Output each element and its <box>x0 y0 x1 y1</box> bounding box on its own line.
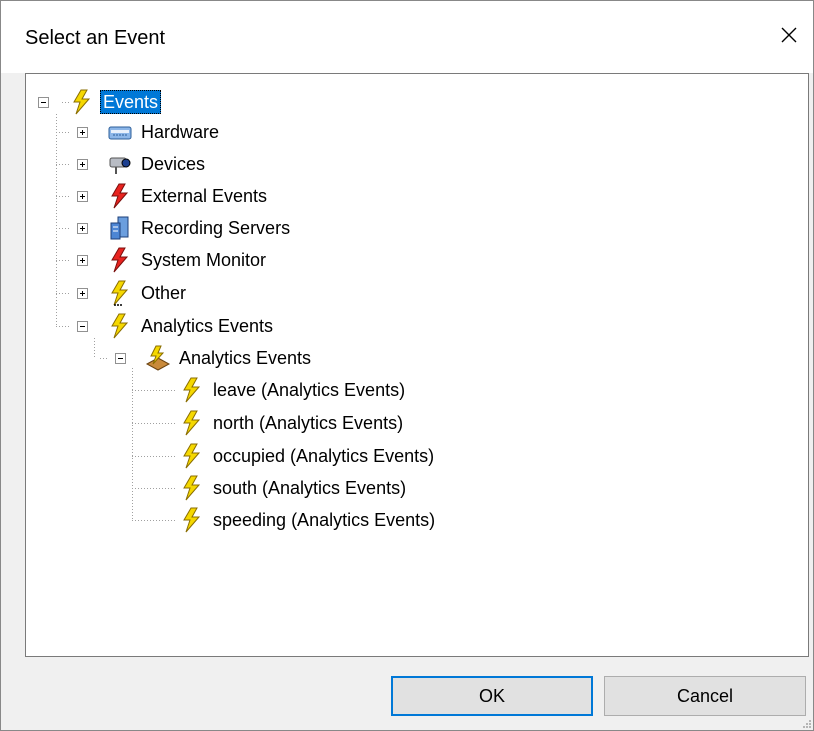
tree-item-label: leave (Analytics Events) <box>213 380 406 400</box>
tree-item-label: Hardware <box>141 122 220 142</box>
ok-button[interactable]: OK <box>391 676 593 716</box>
tree-item-label: occupied (Analytics Events) <box>213 446 435 466</box>
collapse-toggle-events[interactable] <box>38 97 49 108</box>
tree-item-label: south (Analytics Events) <box>213 478 407 498</box>
tree-item-event-south[interactable]: south (Analytics Events) <box>178 474 409 502</box>
tree-item-label: External Events <box>141 186 268 206</box>
tree-item-system-monitor[interactable]: System Monitor <box>106 246 269 274</box>
tree-item-label: Devices <box>141 154 206 174</box>
select-event-dialog: Select an Event Events Hardware Devices … <box>0 0 814 731</box>
close-button[interactable] <box>769 15 809 55</box>
analytics-group-icon <box>144 344 172 372</box>
tree-item-hardware[interactable]: Hardware <box>106 118 222 146</box>
tree-item-label: Other <box>141 283 187 303</box>
tree-item-event-leave[interactable]: leave (Analytics Events) <box>178 376 408 404</box>
expand-toggle-hardware[interactable] <box>77 127 88 138</box>
tree-item-events[interactable]: Events <box>68 88 162 116</box>
tree-item-event-occupied[interactable]: occupied (Analytics Events) <box>178 442 437 470</box>
lightning-yellow-icon <box>68 88 96 116</box>
lightning-yellow-icon <box>178 442 206 470</box>
lightning-red-icon <box>106 246 134 274</box>
tree-item-devices[interactable]: Devices <box>106 150 208 178</box>
tree-item-label: System Monitor <box>141 250 267 270</box>
lightning-red-icon <box>106 182 134 210</box>
collapse-toggle-analytics-events[interactable] <box>77 321 88 332</box>
resize-grip-icon[interactable] <box>801 718 811 728</box>
lightning-yellow-icon <box>106 279 134 307</box>
tree-item-recording-servers[interactable]: Recording Servers <box>106 214 293 242</box>
cancel-button[interactable]: Cancel <box>604 676 806 716</box>
expand-toggle-recording-servers[interactable] <box>77 223 88 234</box>
tree-item-analytics-events[interactable]: Analytics Events <box>106 312 276 340</box>
expand-toggle-external-events[interactable] <box>77 191 88 202</box>
collapse-toggle-analytics-group[interactable] <box>115 353 126 364</box>
tree-item-label: Analytics Events <box>141 316 274 336</box>
expand-toggle-other[interactable] <box>77 288 88 299</box>
lightning-yellow-icon <box>178 376 206 404</box>
tree-item-analytics-group[interactable]: Analytics Events <box>144 344 314 372</box>
tree-item-label: speeding (Analytics Events) <box>213 510 436 530</box>
tree-item-event-speeding[interactable]: speeding (Analytics Events) <box>178 506 438 534</box>
tree-item-label: Events <box>100 90 162 114</box>
expand-toggle-devices[interactable] <box>77 159 88 170</box>
event-tree[interactable]: Events Hardware Devices External Events … <box>25 73 809 657</box>
title-bar: Select an Event <box>1 1 813 73</box>
hardware-icon <box>106 118 134 146</box>
expand-toggle-system-monitor[interactable] <box>77 255 88 266</box>
tree-item-label: Recording Servers <box>141 218 291 238</box>
tree-item-external-events[interactable]: External Events <box>106 182 270 210</box>
server-icon <box>106 214 134 242</box>
camera-icon <box>106 150 134 178</box>
lightning-yellow-icon <box>178 409 206 437</box>
dialog-title: Select an Event <box>25 27 166 49</box>
tree-item-label: north (Analytics Events) <box>213 413 404 433</box>
lightning-yellow-icon <box>178 506 206 534</box>
tree-item-event-north[interactable]: north (Analytics Events) <box>178 409 406 437</box>
lightning-yellow-icon <box>106 312 134 340</box>
tree-item-other[interactable]: Other <box>106 279 189 307</box>
close-icon <box>781 27 797 43</box>
tree-item-label: Analytics Events <box>179 348 312 368</box>
lightning-yellow-icon <box>178 474 206 502</box>
